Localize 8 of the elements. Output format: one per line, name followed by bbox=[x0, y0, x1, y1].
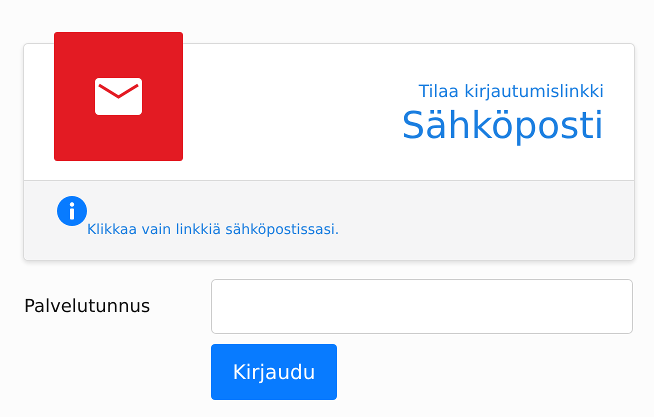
card-subtitle: Tilaa kirjautumislinkki bbox=[418, 82, 604, 102]
envelope-icon bbox=[95, 78, 142, 115]
field-label: Palvelutunnus bbox=[24, 296, 152, 317]
service-id-field[interactable] bbox=[211, 279, 633, 334]
card-title: Sähköposti bbox=[401, 104, 604, 147]
info-text: Klikkaa vain linkkiä sähköpostissasi. bbox=[87, 222, 340, 238]
info-icon bbox=[57, 196, 87, 226]
login-button[interactable]: Kirjaudu bbox=[211, 344, 337, 400]
